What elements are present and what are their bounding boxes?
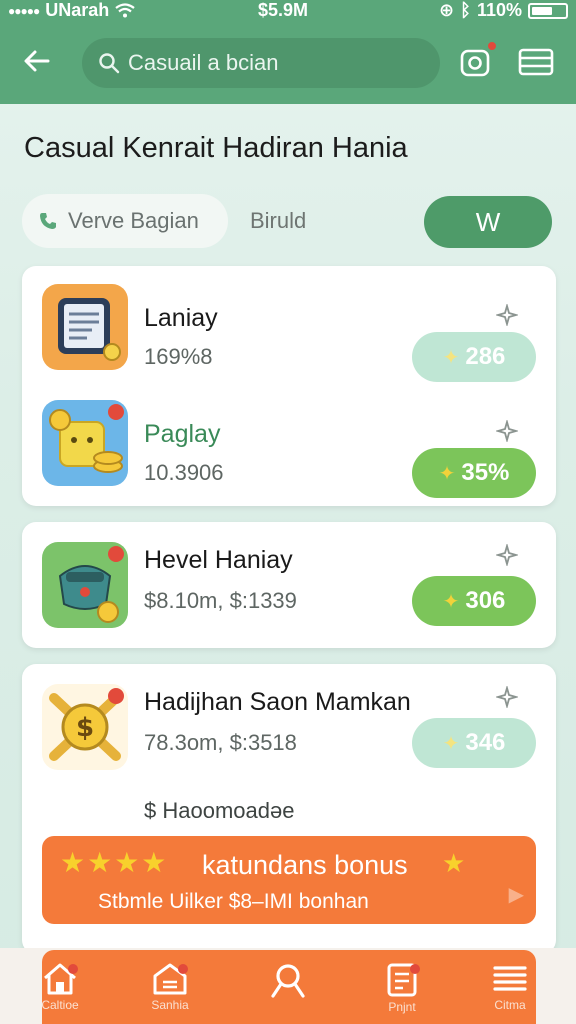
svg-text:$: $	[76, 713, 94, 743]
menu-icon	[493, 966, 527, 991]
chevron-right-icon: ▶	[508, 884, 524, 906]
list-icon	[518, 48, 554, 76]
notification-dot	[486, 40, 498, 52]
item-card: $ Hadijhan Saon Mamkan 78.3om, $:3518 ✦ …	[22, 664, 556, 954]
reward-value: 35%	[461, 459, 510, 486]
nav-home[interactable]: Caltioe	[30, 962, 90, 1022]
reward-value: 306	[465, 587, 506, 614]
nav-label: Sanhia	[151, 998, 189, 1012]
nav-menu[interactable]: Citma	[480, 962, 540, 1022]
notification-dot	[178, 964, 188, 974]
wifi-icon	[115, 2, 135, 17]
carrier: ●●●●● UNarah	[8, 0, 135, 21]
item-value: 169%8	[144, 344, 213, 369]
notification-dot	[410, 964, 420, 974]
star-icon: ✦	[442, 346, 460, 369]
bonus-banner[interactable]: ★★★★ katundans bonus ★ Stbmle Uilker $8–…	[42, 836, 536, 924]
item-extra: $ Haoomoadəe	[144, 798, 295, 823]
status-time: $5.9M	[258, 0, 309, 20]
item-value: $8.10m, $:1339	[144, 588, 297, 613]
app-header: ●●●●● UNarah $5.9M ⊕ ᛒ 110% Casuail a bc…	[0, 0, 576, 104]
sparkle-icon[interactable]	[496, 544, 518, 566]
app-thumbnail	[42, 542, 128, 628]
back-arrow-icon	[24, 50, 50, 72]
list-item[interactable]: Paglay 10.3906 ✦ 35%	[22, 400, 556, 510]
alarm-icon: ⊕	[439, 0, 455, 20]
star-icon: ✦	[438, 462, 456, 485]
star-icon: ✦	[442, 732, 460, 755]
list-menu-button[interactable]	[518, 48, 554, 76]
list-item[interactable]: Hevel Haniay $8.10m, $:1339 ✦ 306	[22, 536, 556, 646]
sparkle-icon[interactable]	[496, 304, 518, 326]
star-rating-icon: ★★★★	[60, 847, 169, 878]
voice-filter-label: Verve Bagian	[68, 208, 199, 233]
star-icon: ★	[442, 848, 466, 878]
status-bar: ●●●●● UNarah $5.9M ⊕ ᛒ 110%	[0, 0, 576, 24]
search-icon	[271, 964, 305, 998]
battery-icon	[528, 2, 568, 19]
search-icon	[99, 53, 120, 74]
bluetooth-icon: ᛒ	[460, 0, 471, 20]
carrier-name: UNarah	[45, 0, 110, 20]
phone-icon	[40, 213, 56, 229]
app-thumbnail	[42, 284, 128, 370]
sparkle-icon[interactable]	[496, 686, 518, 708]
app-thumbnail	[42, 400, 128, 486]
notification-dot	[68, 964, 78, 974]
action-chip[interactable]: W	[424, 196, 552, 248]
status-right: ⊕ ᛒ 110%	[439, 0, 568, 21]
page-title: Casual Kenrait Hadiran Hania	[24, 132, 408, 164]
bonus-subtitle: Stbmle Uilker $8–IMI bonhan	[98, 890, 369, 913]
back-button[interactable]	[22, 46, 56, 80]
item-name: Laniay	[144, 304, 218, 332]
search-placeholder: Casuail a bcian	[128, 50, 279, 75]
item-value: 78.3om, $:3518	[144, 730, 297, 755]
item-card: Hevel Haniay $8.10m, $:1339 ✦ 306	[22, 522, 556, 648]
battery-percent: 110%	[476, 0, 522, 20]
camera-button[interactable]	[458, 40, 498, 80]
signal-icon: ●●●●●	[8, 3, 40, 18]
item-name: Paglay	[144, 420, 221, 448]
plain-filter-chip[interactable]: Biruld	[250, 208, 306, 234]
item-card: Laniay 169%8 ✦ 286 Paglay 10.3906 ✦ 35%	[22, 266, 556, 506]
bottom-nav: Caltioe Sanhia Pnjnt Citma	[41, 950, 536, 1024]
nav-label: Citma	[494, 998, 526, 1012]
sparkle-icon[interactable]	[496, 420, 518, 442]
reward-value: 346	[465, 729, 506, 756]
item-name: Hadijhan Saon Mamkan	[144, 688, 411, 716]
reward-badge[interactable]: ✦ 346	[412, 718, 536, 768]
list-item[interactable]: $ Hadijhan Saon Mamkan 78.3om, $:3518 ✦ …	[22, 678, 556, 828]
voice-filter-chip[interactable]: Verve Bagian	[22, 194, 228, 248]
search-input[interactable]: Casuail a bcian	[82, 38, 440, 88]
reward-badge[interactable]: ✦ 35%	[412, 448, 536, 498]
nav-label: Pnjnt	[388, 1000, 416, 1014]
nav-label: Caltioe	[41, 998, 79, 1012]
app-thumbnail: $	[42, 684, 128, 770]
bonus-title: katundans bonus	[202, 850, 408, 880]
nav-search[interactable]	[258, 962, 318, 1022]
reward-badge[interactable]: ✦ 306	[412, 576, 536, 626]
item-name: Hevel Haniay	[144, 546, 293, 574]
reward-value: 286	[465, 343, 506, 370]
reward-badge[interactable]: ✦ 286	[412, 332, 536, 382]
nav-store[interactable]: Sanhia	[140, 962, 200, 1022]
nav-documents[interactable]: Pnjnt	[372, 962, 432, 1022]
list-item[interactable]: Laniay 169%8 ✦ 286	[22, 284, 556, 394]
item-value: 10.3906	[144, 460, 224, 485]
star-icon: ✦	[442, 590, 460, 613]
